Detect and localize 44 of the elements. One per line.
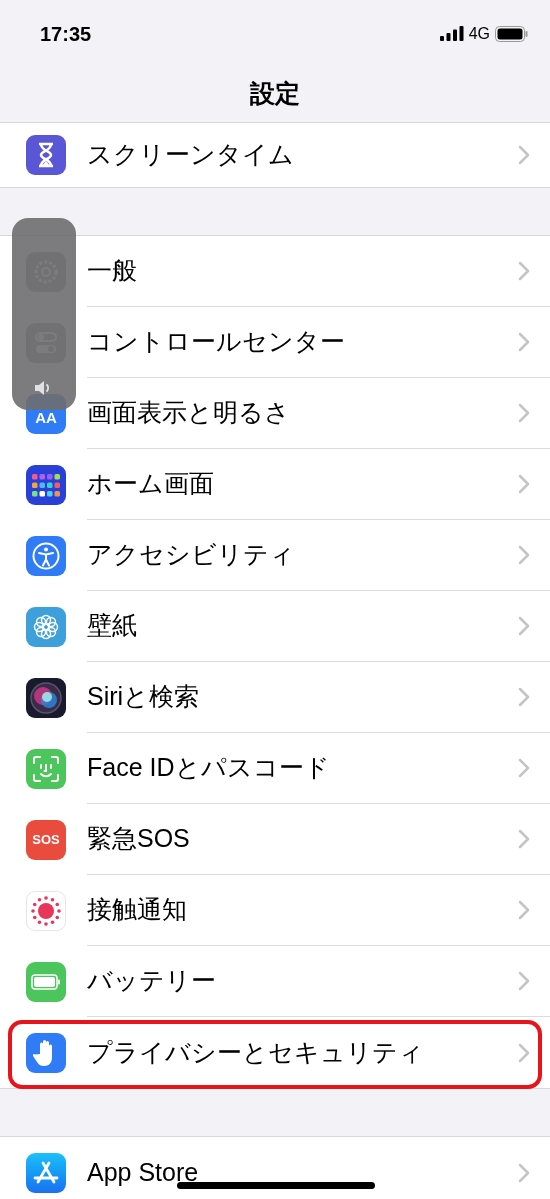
hourglass-icon — [26, 135, 66, 175]
row-label: プライバシーとセキュリティ — [87, 1036, 424, 1068]
chevron-icon — [518, 145, 530, 165]
chevron-icon — [518, 545, 530, 565]
network-label: 4G — [468, 23, 490, 44]
chevron-icon — [518, 403, 530, 423]
status-time: 17:35 — [40, 21, 92, 47]
home-screen-icon — [26, 464, 66, 505]
exposure-notification-icon — [26, 890, 66, 931]
chevron-icon — [518, 1162, 530, 1183]
row-label: 壁紙 — [87, 610, 137, 642]
accessibility-icon — [26, 535, 66, 576]
sos-icon: SOS — [26, 819, 66, 860]
chevron-icon — [518, 261, 530, 281]
app-store-icon — [26, 1152, 66, 1193]
flower-icon — [26, 606, 66, 647]
row-label: Siriと検索 — [87, 681, 200, 713]
row-label: バッテリー — [87, 965, 216, 997]
row-label: 一般 — [87, 255, 137, 287]
row-label: アクセシビリティ — [87, 539, 295, 571]
row-label: 画面表示と明るさ — [87, 397, 290, 429]
row-label: 緊急SOS — [87, 823, 190, 855]
battery-icon — [26, 961, 66, 1002]
row-label: コントロールセンター — [87, 326, 345, 358]
chevron-icon — [518, 829, 530, 849]
chevron-icon — [518, 1042, 530, 1063]
row-label: スクリーンタイム — [87, 139, 294, 171]
hand-icon — [26, 1032, 66, 1073]
chevron-icon — [518, 900, 530, 920]
row-label: Face IDとパスコード — [87, 752, 330, 784]
face-id-icon — [26, 748, 66, 789]
siri-icon — [26, 677, 66, 718]
row-label: 接触通知 — [87, 894, 187, 926]
chevron-icon — [518, 332, 530, 352]
chevron-icon — [518, 971, 530, 991]
battery-status-icon — [495, 25, 528, 42]
row-label: ホーム画面 — [87, 468, 214, 500]
signal-icon — [439, 26, 464, 41]
chevron-icon — [518, 474, 530, 494]
chevron-icon — [518, 687, 530, 707]
row-label: App Store — [87, 1156, 199, 1188]
chevron-icon — [518, 758, 530, 778]
chevron-icon — [518, 616, 530, 636]
nav-title: 設定 — [250, 77, 300, 109]
